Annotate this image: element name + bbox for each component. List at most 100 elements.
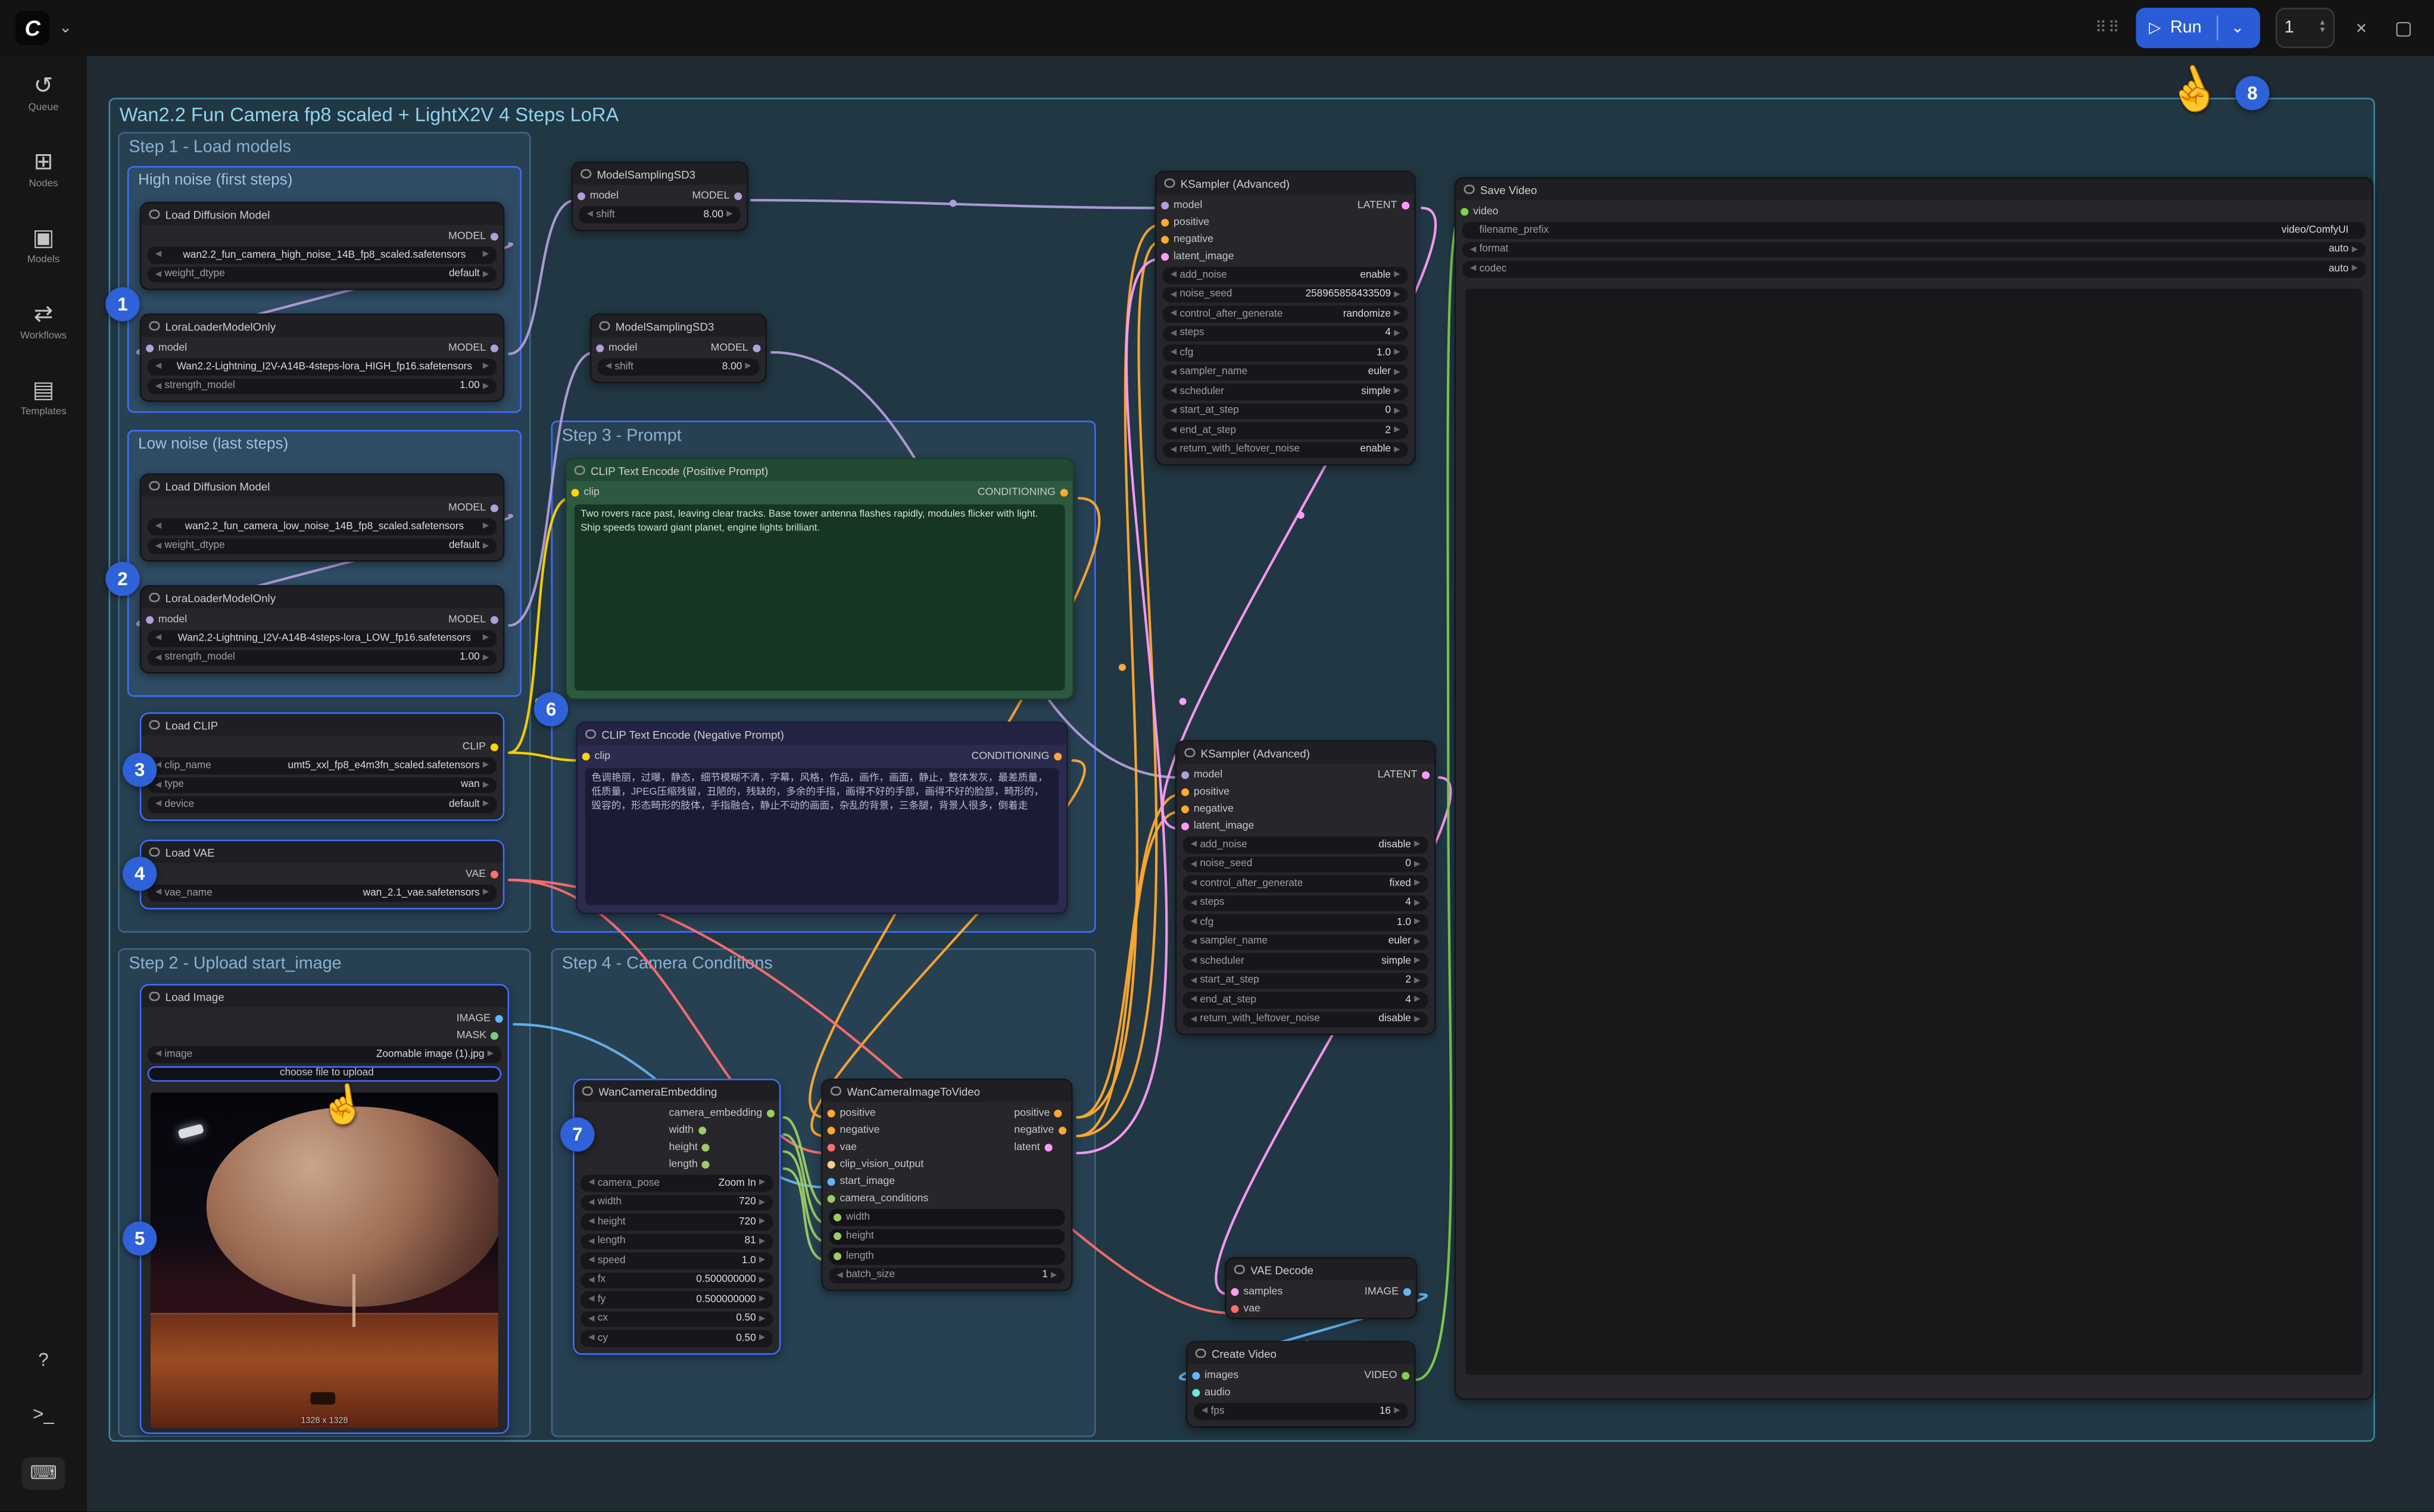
node-header[interactable]: VAE Decode <box>1227 1258 1416 1280</box>
negative-prompt-textarea[interactable]: 色调艳丽，过曝，静态，细节模糊不清，字幕，风格，作品，画作，画面，静止，整体发灰… <box>585 769 1059 905</box>
increase-arrow-icon[interactable]: ▶ <box>480 799 492 809</box>
increase-arrow-icon[interactable]: ▶ <box>1391 290 1403 299</box>
output-slot[interactable]: MODEL <box>448 340 498 357</box>
increase-arrow-icon[interactable]: ▶ <box>480 270 492 279</box>
node-clip-text-encode-positive[interactable]: CLIP Text Encode (Positive Prompt) clip … <box>565 458 1074 700</box>
decrease-arrow-icon[interactable]: ◀ <box>1187 957 1200 966</box>
increase-arrow-icon[interactable]: ▶ <box>1391 329 1403 338</box>
slot-dot-icon[interactable] <box>1161 253 1169 261</box>
sidebar-bottom-item[interactable]: ? <box>38 1349 48 1372</box>
increase-arrow-icon[interactable]: ▶ <box>1391 426 1403 435</box>
increase-arrow-icon[interactable]: ▶ <box>1391 445 1403 455</box>
batch-decrement-icon[interactable]: ▾ <box>2320 28 2325 36</box>
slot-dot-icon[interactable] <box>767 1110 775 1117</box>
input-slot[interactable]: negative <box>1181 801 1254 818</box>
slot-dot-icon[interactable] <box>1181 823 1189 830</box>
slot-dot-icon[interactable] <box>1054 752 1062 760</box>
widget-row[interactable]: ◀ add_noise enable ▶ <box>1163 267 1408 283</box>
collapse-dot-icon[interactable] <box>149 991 159 1001</box>
collapse-dot-icon[interactable] <box>575 465 585 475</box>
widget-row[interactable]: ◀ height ▶ <box>829 1229 1065 1245</box>
widget-row[interactable]: ◀ cy 0.50 ▶ <box>581 1330 773 1346</box>
output-slot[interactable]: width <box>669 1122 774 1139</box>
collapse-dot-icon[interactable] <box>599 321 609 331</box>
slot-dot-icon[interactable] <box>582 752 590 760</box>
widget-row[interactable]: ◀ control_after_generate fixed ▶ <box>1183 875 1428 891</box>
slot-dot-icon[interactable] <box>1192 1389 1200 1397</box>
slot-dot-icon[interactable] <box>1192 1372 1200 1380</box>
close-icon[interactable]: × <box>2349 17 2373 39</box>
collapse-dot-icon[interactable] <box>831 1086 841 1096</box>
output-slot[interactable]: camera_embedding <box>669 1105 774 1122</box>
node-header[interactable]: KSampler (Advanced) <box>1177 742 1434 764</box>
sidebar-bottom-item[interactable]: >_ <box>33 1403 54 1426</box>
output-slot[interactable]: MODEL <box>448 228 498 245</box>
decrease-arrow-icon[interactable]: ◀ <box>152 799 164 809</box>
group-title[interactable]: Step 3 - Prompt <box>553 422 1094 450</box>
collapse-dot-icon[interactable] <box>585 729 595 739</box>
decrease-arrow-icon[interactable]: ◀ <box>1467 264 1480 274</box>
decrease-arrow-icon[interactable]: ◀ <box>585 1217 598 1227</box>
widget-row[interactable]: ◀ sampler_name euler ▶ <box>1183 933 1428 949</box>
decrease-arrow-icon[interactable]: ◀ <box>1187 879 1200 888</box>
increase-arrow-icon[interactable]: ▶ <box>480 633 492 643</box>
decrease-arrow-icon[interactable]: ◀ <box>585 1333 598 1343</box>
increase-arrow-icon[interactable]: ▶ <box>1391 406 1403 416</box>
output-slot[interactable]: MODEL <box>448 611 498 629</box>
input-slot[interactable]: clip_vision_output <box>828 1156 929 1173</box>
collapse-dot-icon[interactable] <box>149 847 159 857</box>
output-slot[interactable]: latent <box>1014 1139 1066 1157</box>
image-preview[interactable]: 1328 x 1328 <box>151 1092 498 1427</box>
input-slot[interactable]: latent_image <box>1181 818 1254 835</box>
input-slot[interactable]: negative <box>1161 231 1234 248</box>
decrease-arrow-icon[interactable]: ◀ <box>152 522 164 532</box>
widget-row[interactable]: ◀ fy 0.500000000 ▶ <box>581 1291 773 1307</box>
node-load-clip[interactable]: Load CLIP CLIP ◀ clip_name umt5_xxl_fp8_… <box>140 713 505 820</box>
slot-dot-icon[interactable] <box>1231 1305 1238 1313</box>
widget-row[interactable]: ◀ cx 0.50 ▶ <box>581 1311 773 1327</box>
decrease-arrow-icon[interactable]: ◀ <box>1168 426 1180 435</box>
workflow-menu-chevron-icon[interactable]: ⌄ <box>59 20 72 37</box>
node-load-diffusion-model-high[interactable]: Load Diffusion Model MODEL ◀ wan2.2_fun_… <box>140 202 505 290</box>
node-header[interactable]: Load CLIP <box>141 714 503 736</box>
slot-dot-icon[interactable] <box>703 1144 710 1151</box>
decrease-arrow-icon[interactable]: ◀ <box>585 1198 598 1207</box>
node-header[interactable]: KSampler (Advanced) <box>1156 172 1414 193</box>
widget-row[interactable]: ◀ image Zoomable image (1).jpg ▶ <box>148 1046 501 1062</box>
decrease-arrow-icon[interactable]: ◀ <box>152 270 164 279</box>
slot-dot-icon[interactable] <box>1059 1127 1066 1135</box>
widget-row[interactable]: ◀ weight_dtype default ▶ <box>148 538 497 554</box>
decrease-arrow-icon[interactable]: ◀ <box>1187 1014 1200 1024</box>
node-header[interactable]: Load VAE <box>141 841 503 863</box>
node-create-video[interactable]: Create Video imagesaudio VIDEO ◀ fps 16 … <box>1186 1341 1416 1427</box>
widget-row[interactable]: ◀ weight_dtype default ▶ <box>148 266 497 282</box>
decrease-arrow-icon[interactable]: ◀ <box>1199 1407 1211 1416</box>
increase-arrow-icon[interactable]: ▶ <box>1411 937 1424 946</box>
slot-dot-icon[interactable] <box>495 1015 503 1023</box>
slot-dot-icon[interactable] <box>491 616 498 624</box>
node-header[interactable]: WanCameraImageToVideo <box>823 1080 1071 1102</box>
slot-dot-icon[interactable] <box>1181 788 1189 796</box>
increase-arrow-icon[interactable]: ▶ <box>723 210 736 220</box>
node-vae-decode[interactable]: VAE Decode samplesvae IMAGE <box>1225 1257 1417 1319</box>
input-slot[interactable]: model <box>596 340 637 357</box>
output-slot[interactable]: MODEL <box>711 340 761 357</box>
output-slot[interactable]: CONDITIONING <box>971 748 1062 766</box>
widget-row[interactable]: ◀ type wan ▶ <box>148 777 497 793</box>
node-ksampler-advanced-1[interactable]: KSampler (Advanced) modelpositivenegativ… <box>1155 171 1416 466</box>
input-slot[interactable]: model <box>1181 767 1254 784</box>
decrease-arrow-icon[interactable]: ◀ <box>1168 290 1180 299</box>
increase-arrow-icon[interactable]: ▶ <box>1391 348 1403 358</box>
widget-row[interactable]: ◀ strength_model 1.00 ▶ <box>148 378 497 394</box>
node-load-diffusion-model-low[interactable]: Load Diffusion Model MODEL ◀ wan2.2_fun_… <box>140 473 505 562</box>
node-ksampler-advanced-2[interactable]: KSampler (Advanced) modelpositivenegativ… <box>1175 741 1436 1035</box>
slot-dot-icon[interactable] <box>1161 219 1169 227</box>
widget-row[interactable]: ◀ return_with_leftover_noise enable ▶ <box>1163 442 1408 458</box>
increase-arrow-icon[interactable]: ▶ <box>756 1198 769 1207</box>
node-wan-camera-embedding[interactable]: WanCameraEmbedding camera_embeddingwidth… <box>573 1079 781 1354</box>
widget-row[interactable]: ◀ strength_model 1.00 ▶ <box>148 649 497 666</box>
collapse-dot-icon[interactable] <box>1164 178 1174 188</box>
input-slot[interactable]: clip <box>571 484 599 501</box>
collapse-dot-icon[interactable] <box>1464 185 1474 195</box>
widget-row[interactable]: ◀ choose file to upload ▶ <box>148 1066 501 1082</box>
